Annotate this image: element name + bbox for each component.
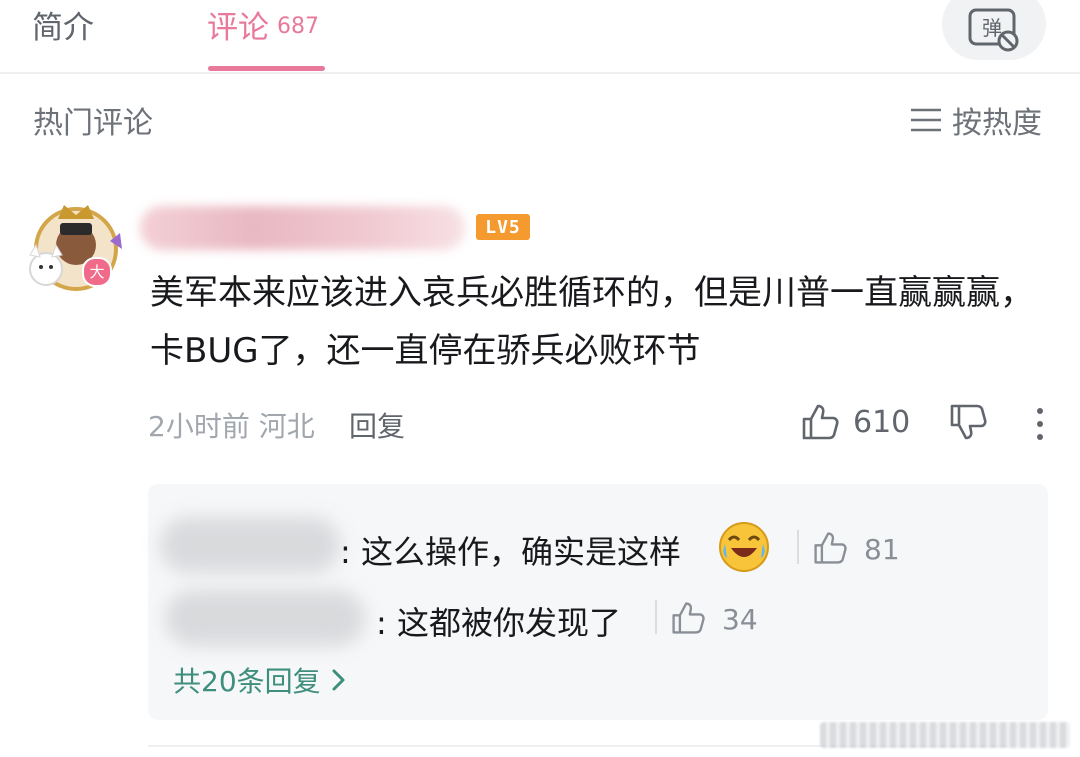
thumbs-down-icon <box>950 404 987 440</box>
reply-text: : 这都被你发现了 <box>376 604 621 642</box>
reply-username-redacted[interactable] <box>160 517 340 573</box>
tab-comments-label: 评论 <box>207 10 269 46</box>
avatar[interactable]: 大 <box>24 197 128 301</box>
chevron-right-icon <box>332 669 345 691</box>
sort-by-hot-button[interactable]: 按热度 <box>910 98 1042 142</box>
sort-label: 按热度 <box>952 106 1042 141</box>
comment-location: 河北 <box>258 410 315 443</box>
reply-username-redacted[interactable] <box>165 590 365 646</box>
thumbs-up-icon <box>814 532 847 564</box>
level-badge: LV5 <box>476 214 530 240</box>
view-all-replies-link[interactable]: 共20条回复 <box>173 660 347 700</box>
like-count: 610 <box>853 405 911 440</box>
comment-meta: 2小时前 河北 <box>148 405 315 445</box>
laugh-cry-emoji <box>717 520 771 578</box>
reply-like-count: 81 <box>864 533 900 566</box>
vertical-dots-icon <box>1037 408 1043 440</box>
username-redacted[interactable] <box>140 206 465 250</box>
tab-intro[interactable]: 简介 <box>32 2 94 47</box>
reply-text: : 这么操作，确实是这样 <box>340 533 681 571</box>
reply-button[interactable]: 回复 <box>349 405 405 445</box>
avatar-badge: 大 <box>82 257 112 287</box>
tabbar-divider <box>0 72 1080 74</box>
reply-divider <box>655 600 657 634</box>
active-tab-indicator <box>208 66 325 71</box>
watermark <box>820 722 1070 748</box>
comment-text: 美军本来应该进入哀兵必胜循环的，但是川普一直赢赢赢，卡BUG了，还一直停在骄兵必… <box>150 273 1034 371</box>
thumbs-up-icon <box>672 602 705 634</box>
menu-lines-icon <box>911 108 941 132</box>
reply-like-button[interactable] <box>670 600 706 640</box>
danmaku-off-icon: 弹 <box>968 8 1019 52</box>
reply-divider <box>797 530 799 564</box>
danmaku-toggle-button[interactable]: 弹 <box>942 0 1046 60</box>
dislike-button[interactable] <box>948 402 988 446</box>
tab-comments[interactable]: 评论 687 <box>207 2 319 47</box>
comments-count: 687 <box>277 14 319 39</box>
comment-time: 2小时前 <box>148 410 250 443</box>
view-all-replies-label: 共20条回复 <box>173 665 321 698</box>
reply-like-button[interactable] <box>812 530 848 570</box>
more-options-button[interactable] <box>1030 404 1050 448</box>
hot-comments-title: 热门评论 <box>33 106 153 141</box>
like-button[interactable] <box>800 402 840 446</box>
reply-like-count: 34 <box>722 603 758 636</box>
thumbs-up-icon <box>802 404 839 440</box>
